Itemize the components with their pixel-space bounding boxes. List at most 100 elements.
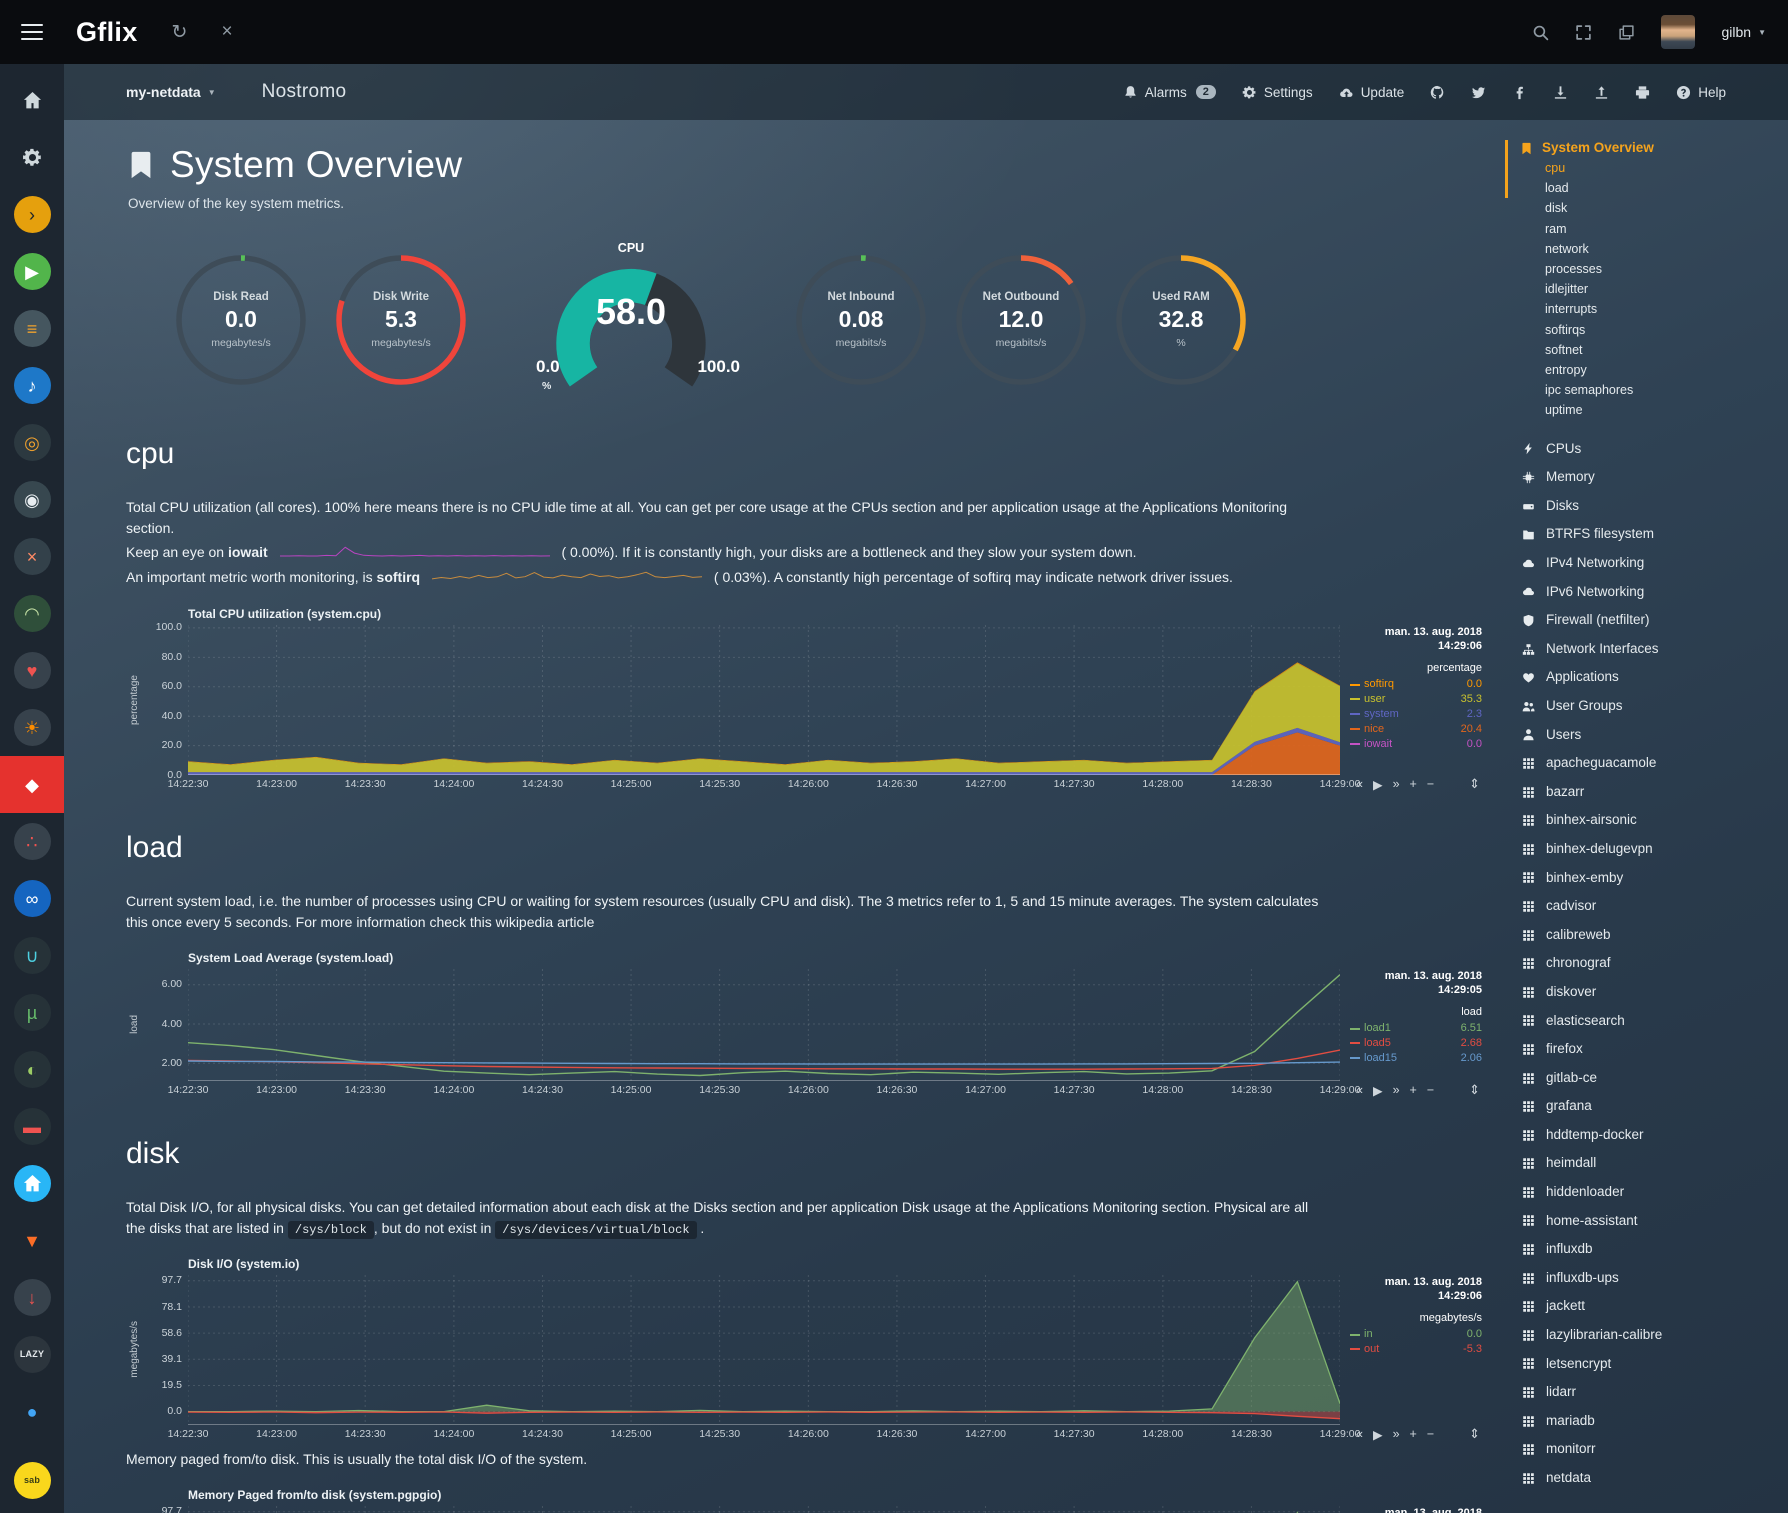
menu-item-grafana[interactable]: grafana [1520, 1092, 1780, 1121]
menu-item-softnet[interactable]: softnet [1520, 340, 1780, 360]
help-button[interactable]: Help [1676, 85, 1726, 100]
search-icon[interactable] [1532, 24, 1549, 41]
sidebar-app-lidarr[interactable]: ◐ [0, 1041, 64, 1098]
menu-item-ipv6-networking[interactable]: IPv6 Networking [1520, 578, 1780, 607]
menu-item-firefox[interactable]: firefox [1520, 1035, 1780, 1064]
menu-item-applications[interactable]: Applications [1520, 663, 1780, 692]
menu-item-calibreweb[interactable]: calibreweb [1520, 921, 1780, 950]
sidebar-app-duplicati[interactable]: ▬ [0, 1098, 64, 1155]
chart-resize-handle[interactable]: ⇕ [1469, 1082, 1480, 1098]
sidebar-app-airsonic[interactable]: ♪ [0, 357, 64, 414]
menu-item-system-overview[interactable]: System Overview [1520, 138, 1780, 158]
sidebar-app-netdata[interactable]: ◆ [0, 756, 64, 813]
chart-zoom-out-button[interactable]: − [1427, 1083, 1434, 1097]
user-menu[interactable]: gilbn▼ [1721, 24, 1766, 40]
menu-item-cpus[interactable]: CPUs [1520, 435, 1780, 464]
menu-item-home-assistant[interactable]: home-assistant [1520, 1207, 1780, 1236]
legend-user[interactable]: user35.3 [1350, 692, 1482, 707]
chart-play-button[interactable]: ▶ [1373, 777, 1383, 792]
legend-load1[interactable]: load16.51 [1350, 1021, 1482, 1036]
sidebar-app-jdownloader[interactable]: ↓ [0, 1269, 64, 1326]
sidebar-app-heimdall[interactable] [0, 1155, 64, 1212]
menu-item-bazarr[interactable]: bazarr [1520, 778, 1780, 807]
menu-item-firewall-netfilter[interactable]: Firewall (netfilter) [1520, 606, 1780, 635]
legend-in[interactable]: in0.0 [1350, 1327, 1482, 1342]
menu-item-binhex-delugevpn[interactable]: binhex-delugevpn [1520, 835, 1780, 864]
sidebar-app-media-library[interactable]: ≡ [0, 300, 64, 357]
legend-nice[interactable]: nice20.4 [1350, 722, 1482, 737]
menu-item-heimdall[interactable]: heimdall [1520, 1149, 1780, 1178]
legend-system[interactable]: system2.3 [1350, 707, 1482, 722]
chart-resize-handle[interactable]: ⇕ [1469, 776, 1480, 792]
menu-item-gitlab-ce[interactable]: gitlab-ce [1520, 1064, 1780, 1093]
menu-item-disks[interactable]: Disks [1520, 492, 1780, 521]
chart-zoom-out-button[interactable]: − [1427, 777, 1434, 791]
gauge-net-inbound[interactable]: Net Inbound0.08megabits/s [794, 253, 928, 387]
menu-item-mariadb[interactable]: mariadb [1520, 1407, 1780, 1436]
menu-item-diskover[interactable]: diskover [1520, 978, 1780, 1007]
sidebar-app-grafana[interactable]: ☀ [0, 699, 64, 756]
chart-zoom-in-button[interactable]: + [1410, 1427, 1417, 1441]
chart-resize-handle[interactable]: ⇕ [1469, 1426, 1480, 1442]
chart-zoom-in-button[interactable]: + [1410, 777, 1417, 791]
close-icon[interactable]: × [221, 21, 232, 43]
chart-pan-right-button[interactable]: » [1393, 777, 1400, 791]
chart-disk[interactable]: Disk I/O (system.io)megabytes/s97.778.15… [126, 1255, 1482, 1443]
sidebar-app-emby[interactable]: ▶ [0, 243, 64, 300]
twitter-link[interactable] [1471, 85, 1486, 100]
refresh-icon[interactable]: ↻ [172, 21, 188, 44]
sidebar-app-nextcloud[interactable]: ∞ [0, 870, 64, 927]
chart-canvas[interactable] [188, 1275, 1340, 1425]
menu-item-network[interactable]: network [1520, 239, 1780, 259]
menu-item-lidarr[interactable]: lidarr [1520, 1378, 1780, 1407]
menu-item-hddtemp-docker[interactable]: hddtemp-docker [1520, 1121, 1780, 1150]
menu-item-users[interactable]: Users [1520, 721, 1780, 750]
sidebar-app-unifi[interactable]: ∪ [0, 927, 64, 984]
sidebar-app-ombi[interactable]: ♥ [0, 642, 64, 699]
menu-item-lazylibrarian-calibre[interactable]: lazylibrarian-calibre [1520, 1321, 1780, 1350]
gauge-used-ram[interactable]: Used RAM32.8% [1114, 253, 1248, 387]
fullscreen-icon[interactable] [1575, 24, 1592, 41]
menu-item-interrupts[interactable]: interrupts [1520, 299, 1780, 319]
legend-load15[interactable]: load152.06 [1350, 1051, 1482, 1066]
sidebar-app-gitlab[interactable]: ▼ [0, 1212, 64, 1269]
chart-pan-left-button[interactable]: « [1356, 777, 1363, 791]
menu-item-binhex-emby[interactable]: binhex-emby [1520, 864, 1780, 893]
menu-item-processes[interactable]: processes [1520, 259, 1780, 279]
facebook-link[interactable] [1512, 85, 1527, 100]
menu-item-btrfs-filesystem[interactable]: BTRFS filesystem [1520, 520, 1780, 549]
settings-button[interactable]: Settings [1242, 85, 1313, 100]
chart-canvas[interactable] [188, 625, 1340, 775]
chart-pan-right-button[interactable]: » [1393, 1427, 1400, 1441]
chart-pgpgio[interactable]: Memory Paged from/to disk (system.pgpgio… [126, 1486, 1482, 1513]
menu-item-letsencrypt[interactable]: letsencrypt [1520, 1350, 1780, 1379]
menu-item-network-interfaces[interactable]: Network Interfaces [1520, 635, 1780, 664]
sidebar-app-sabnzbd[interactable]: sab [0, 1452, 64, 1509]
chart-load[interactable]: System Load Average (system.load)load6.0… [126, 949, 1482, 1099]
sidebar-app-lazylibrarian[interactable]: LAZY [0, 1326, 64, 1383]
sidebar-app-plex[interactable]: › [0, 186, 64, 243]
menu-item-cadvisor[interactable]: cadvisor [1520, 892, 1780, 921]
menu-item-influxdb[interactable]: influxdb [1520, 1235, 1780, 1264]
alarms-button[interactable]: Alarms2 [1123, 85, 1216, 100]
chart-canvas[interactable] [188, 969, 1340, 1081]
sidebar-app-home[interactable] [0, 72, 64, 129]
menu-item-jackett[interactable]: jackett [1520, 1292, 1780, 1321]
menu-item-uptime[interactable]: uptime [1520, 400, 1780, 420]
github-link[interactable] [1430, 85, 1445, 100]
menu-item-elasticsearch[interactable]: elasticsearch [1520, 1007, 1780, 1036]
legend-softirq[interactable]: softirq0.0 [1350, 677, 1482, 692]
menu-item-entropy[interactable]: entropy [1520, 360, 1780, 380]
sidebar-app-settings[interactable] [0, 129, 64, 186]
sidebar-app-jackett[interactable]: ◎ [0, 414, 64, 471]
menu-item-user-groups[interactable]: User Groups [1520, 692, 1780, 721]
menu-item-binhex-airsonic[interactable]: binhex-airsonic [1520, 806, 1780, 835]
open-tabs-icon[interactable] [1618, 24, 1635, 41]
menu-item-hiddenloader[interactable]: hiddenloader [1520, 1178, 1780, 1207]
gauge-cpu[interactable]: CPU58.00.0100.0% [506, 241, 756, 399]
gauge-net-outbound[interactable]: Net Outbound12.0megabits/s [954, 253, 1088, 387]
chart-zoom-out-button[interactable]: − [1427, 1427, 1434, 1441]
menu-item-ipv4-networking[interactable]: IPv4 Networking [1520, 549, 1780, 578]
legend-iowait[interactable]: iowait0.0 [1350, 737, 1482, 752]
chart-play-button[interactable]: ▶ [1373, 1427, 1383, 1442]
